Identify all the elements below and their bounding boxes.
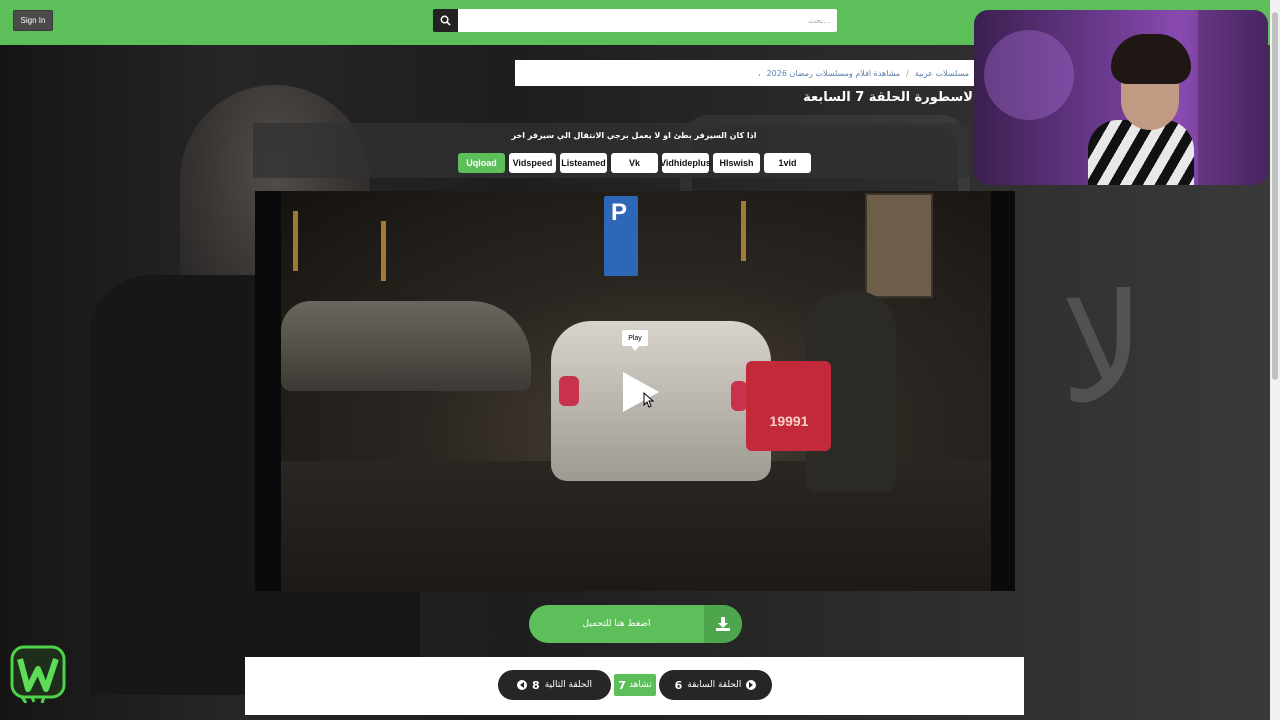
current-episode-badge: تشاهد 7	[614, 674, 656, 696]
arrow-right-circle-icon	[746, 680, 757, 690]
server-button-1vid[interactable]: 1vid	[764, 153, 811, 173]
server-panel: اذا كان السيرفر بطئ او لا يعمل برجي الان…	[253, 123, 1015, 178]
breadcrumb-item: ،	[757, 68, 761, 78]
webcam-shade	[1198, 10, 1268, 185]
backdrop-title-art: ﻻ	[1060, 263, 1146, 437]
breadcrumb-separator: /	[906, 68, 909, 78]
download-button[interactable]: اضغط هنا للتحميل	[529, 605, 742, 643]
video-scene-taillight	[731, 381, 747, 411]
w-logo-icon	[10, 645, 66, 704]
server-button-vidspeed[interactable]: Vidspeed	[509, 153, 556, 173]
previous-episode-label: الحلقة السابقة	[687, 680, 742, 690]
breadcrumb-item[interactable]: مسلسلات عربية	[915, 69, 969, 78]
arrow-left-circle-icon	[517, 680, 528, 690]
sign-in-button[interactable]: Sign In	[13, 10, 53, 31]
video-scene-delivery-box	[746, 361, 831, 451]
server-button-hlswish[interactable]: Hlswish	[713, 153, 760, 173]
webcam-light	[984, 30, 1074, 120]
server-list: Uqload Vidspeed Listeamed Vk Vidhideplus…	[458, 153, 811, 173]
video-scene-lamp	[293, 211, 298, 271]
next-episode-label: الحلقة التالية	[544, 680, 592, 690]
next-episode-button[interactable]: الحلقة التالية 8	[498, 670, 611, 700]
server-button-vk[interactable]: Vk	[611, 153, 658, 173]
play-tooltip: Play	[622, 330, 648, 351]
video-scene-lamp	[381, 221, 386, 281]
play-icon	[623, 372, 659, 412]
current-episode-number: 7	[618, 678, 626, 692]
breadcrumb: مسلسلات عربية / مشاهدة افلام ومسلسلات رم…	[515, 60, 975, 86]
search-input[interactable]	[458, 9, 837, 32]
server-button-vidhideplus[interactable]: Vidhideplus	[660, 153, 711, 173]
server-button-listeamed[interactable]: Listeamed	[560, 153, 607, 173]
video-scene-box-text: 19991	[769, 413, 809, 429]
previous-episode-number: 6	[674, 678, 683, 692]
video-scene-sign-letter: P	[611, 199, 628, 226]
search-icon	[440, 15, 451, 26]
video-scene-taillight	[559, 376, 579, 406]
download-icon	[716, 617, 730, 631]
previous-episode-button[interactable]: الحلقة السابقة 6	[659, 670, 772, 700]
next-episode-number: 8	[532, 678, 540, 692]
breadcrumb-item[interactable]: مشاهدة افلام ومسلسلات رمضان 2026	[767, 69, 901, 78]
webcam-person-hair	[1111, 34, 1191, 84]
video-scene-car	[281, 301, 531, 391]
download-label: اضغط هنا للتحميل	[582, 619, 651, 629]
page-title: لاسطورة الحلقة 7 السابعة	[803, 90, 973, 105]
webcam-overlay	[974, 10, 1268, 185]
play-button[interactable]	[619, 370, 663, 414]
webcam-person-body	[1088, 120, 1194, 185]
cursor-icon	[643, 392, 655, 408]
server-note: اذا كان السيرفر بطئ او لا يعمل برجي الان…	[511, 131, 757, 140]
current-episode-label: تشاهد	[628, 680, 652, 690]
scrollbar-thumb[interactable]	[1272, 12, 1278, 380]
download-icon-box	[704, 605, 742, 643]
video-scene-lamp	[741, 201, 746, 261]
search-button[interactable]	[433, 9, 458, 32]
channel-logo	[10, 643, 66, 704]
server-button-uqload[interactable]: Uqload	[458, 153, 505, 173]
video-scene-poster	[865, 193, 933, 298]
